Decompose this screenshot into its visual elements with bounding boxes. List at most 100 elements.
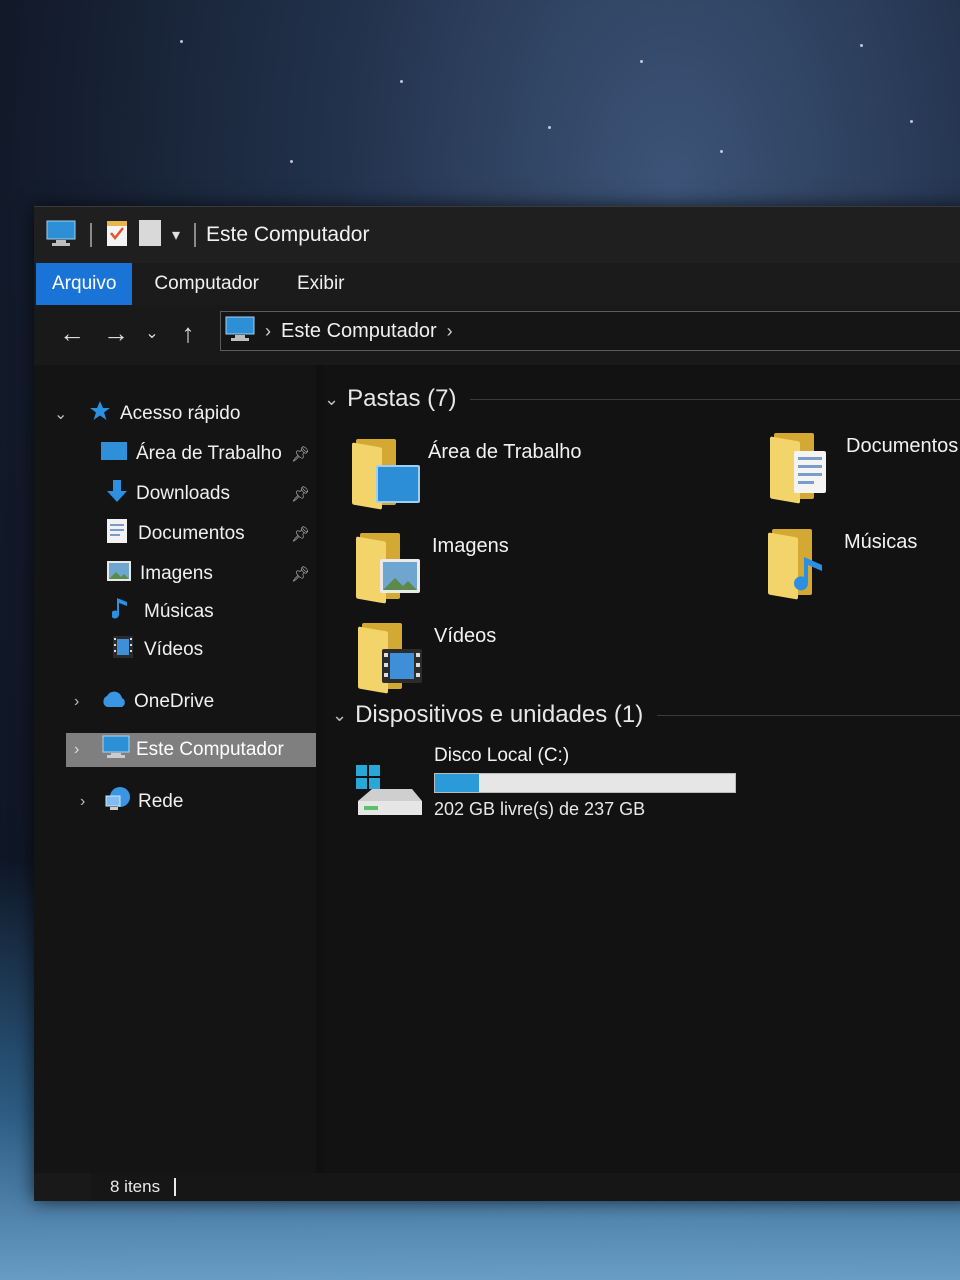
sidebar-item-acesso-rapido[interactable]: ⌄ Acesso rápido [34, 397, 316, 431]
folder-area-de-trabalho[interactable]: Área de Trabalho [352, 431, 582, 510]
status-bar: 8 itens [90, 1173, 960, 1201]
hard-drive-icon [354, 763, 424, 824]
ribbon-tabs: Arquivo Computador Exibir [34, 263, 960, 305]
sidebar-item-label: Acesso rápido [120, 403, 241, 424]
recent-locations-button[interactable]: ⌄ [138, 313, 166, 353]
sidebar-item-downloads[interactable]: Downloads 📌︎ [34, 477, 316, 511]
chevron-right-icon[interactable]: › [74, 741, 79, 759]
folder-label: Imagens [432, 535, 509, 557]
network-icon [104, 786, 132, 818]
content-pane: ⌄ Pastas (7) Área de Trabalho Documentos [324, 365, 960, 1173]
sidebar-item-label: Imagens [140, 563, 213, 584]
computer-icon [46, 219, 76, 252]
folder-label: Área de Trabalho [428, 441, 582, 463]
pane-splitter[interactable] [316, 365, 324, 1173]
sidebar-item-label: Área de Trabalho [136, 443, 282, 464]
sidebar-item-musicas[interactable]: Músicas [34, 595, 316, 629]
arrow-up-icon: ↑ [181, 317, 195, 348]
music-folder-icon [768, 521, 834, 600]
window-title: Este Computador [206, 223, 370, 246]
sidebar-item-label: Rede [138, 791, 184, 812]
sidebar-item-label: Vídeos [144, 639, 204, 660]
star [720, 150, 723, 153]
star [910, 120, 913, 123]
folder-label: Vídeos [434, 625, 497, 647]
pin-icon[interactable]: 📌︎ [291, 525, 310, 543]
star [860, 44, 863, 47]
title-bar: ▾ Este Computador [34, 207, 960, 263]
navigation-pane: ⌄ Acesso rápido Área de Trabalho 📌︎ Down… [34, 365, 316, 1173]
group-divider [470, 398, 960, 400]
sidebar-item-imagens[interactable]: Imagens 📌︎ [34, 557, 316, 591]
forward-button[interactable]: → [94, 313, 138, 353]
arrow-left-icon: ← [59, 317, 85, 348]
sidebar-item-documentos[interactable]: Documentos 📌︎ [34, 517, 316, 551]
chevron-down-icon[interactable]: ⌄ [54, 404, 67, 424]
tab-exibir[interactable]: Exibir [281, 263, 361, 305]
folder-label: Documentos [846, 435, 959, 457]
drive-name: Disco Local (C:) [434, 745, 570, 766]
new-folder-icon[interactable] [138, 219, 162, 252]
drive-usage-fill [435, 774, 480, 792]
quick-access-toolbar: ▾ [46, 219, 200, 252]
videos-folder-icon [358, 615, 424, 694]
chevron-down-icon[interactable]: ⌄ [332, 705, 347, 726]
folder-videos[interactable]: Vídeos [358, 615, 497, 694]
pin-icon[interactable]: 📌︎ [291, 565, 310, 583]
chevron-right-icon[interactable]: › [74, 693, 79, 711]
documents-folder-icon [770, 425, 836, 504]
customize-toolbar-chevron-icon[interactable]: ▾ [172, 225, 180, 245]
sidebar-item-area-de-trabalho[interactable]: Área de Trabalho 📌︎ [34, 437, 316, 471]
tab-computador[interactable]: Computador [138, 263, 275, 305]
sidebar-item-label: OneDrive [134, 691, 215, 712]
chevron-right-icon[interactable]: › [80, 793, 85, 811]
properties-icon[interactable] [106, 219, 128, 252]
folders-group-header[interactable]: ⌄ Pastas (7) [324, 385, 960, 413]
sidebar-item-onedrive[interactable]: › OneDrive [34, 685, 316, 719]
sidebar-item-label: Este Computador [136, 739, 284, 760]
desktop-icon [100, 440, 128, 468]
group-title: Dispositivos e unidades (1) [355, 701, 644, 728]
back-button[interactable]: ← [50, 313, 94, 353]
group-title: Pastas (7) [347, 385, 457, 412]
computer-icon [225, 316, 255, 347]
toolbar-separator [90, 223, 92, 247]
arrow-right-icon: → [103, 317, 129, 348]
file-explorer-window: ▾ Este Computador Arquivo Computador Exi… [34, 206, 960, 1201]
breadcrumb-separator[interactable]: › [447, 321, 453, 342]
drive-c[interactable]: Disco Local (C:) 202 GB livre(s) de 237 … [354, 745, 736, 824]
folder-imagens[interactable]: Imagens [356, 525, 509, 604]
navigation-bar: ← → ⌄ ↑ › Este Computador › [34, 305, 960, 361]
pin-icon[interactable]: 📌︎ [291, 485, 310, 503]
music-note-icon [111, 596, 132, 628]
star [400, 80, 403, 83]
folder-documentos[interactable]: Documentos [770, 425, 959, 504]
sidebar-item-label: Downloads [136, 483, 230, 504]
breadcrumb-este-computador[interactable]: Este Computador [281, 320, 437, 343]
sidebar-item-rede[interactable]: › Rede [34, 785, 316, 819]
address-bar[interactable]: › Este Computador › [220, 311, 960, 351]
folder-label: Músicas [844, 531, 918, 553]
chevron-down-icon[interactable]: ⌄ [324, 389, 339, 410]
star [290, 160, 293, 163]
pin-icon[interactable]: 📌︎ [291, 445, 310, 463]
document-icon [106, 518, 128, 550]
download-arrow-icon [104, 478, 130, 510]
desktop-folder-icon [352, 431, 420, 510]
sidebar-item-este-computador[interactable]: › Este Computador [66, 733, 316, 767]
item-count: 8 itens [110, 1177, 161, 1196]
folder-musicas[interactable]: Músicas [768, 521, 918, 600]
devices-group-header[interactable]: ⌄ Dispositivos e unidades (1) [332, 701, 960, 729]
group-divider [657, 714, 960, 716]
tab-arquivo[interactable]: Arquivo [36, 263, 133, 305]
drive-free-space: 202 GB livre(s) de 237 GB [434, 799, 646, 819]
picture-icon [106, 560, 132, 588]
cloud-icon [100, 690, 128, 714]
up-button[interactable]: ↑ [166, 313, 210, 353]
chevron-down-icon: ⌄ [145, 325, 159, 342]
toolbar-separator [194, 223, 197, 247]
film-strip-icon [112, 635, 134, 665]
breadcrumb-separator[interactable]: › [265, 321, 271, 342]
sidebar-item-videos[interactable]: Vídeos [34, 633, 316, 667]
status-separator [174, 1178, 177, 1196]
